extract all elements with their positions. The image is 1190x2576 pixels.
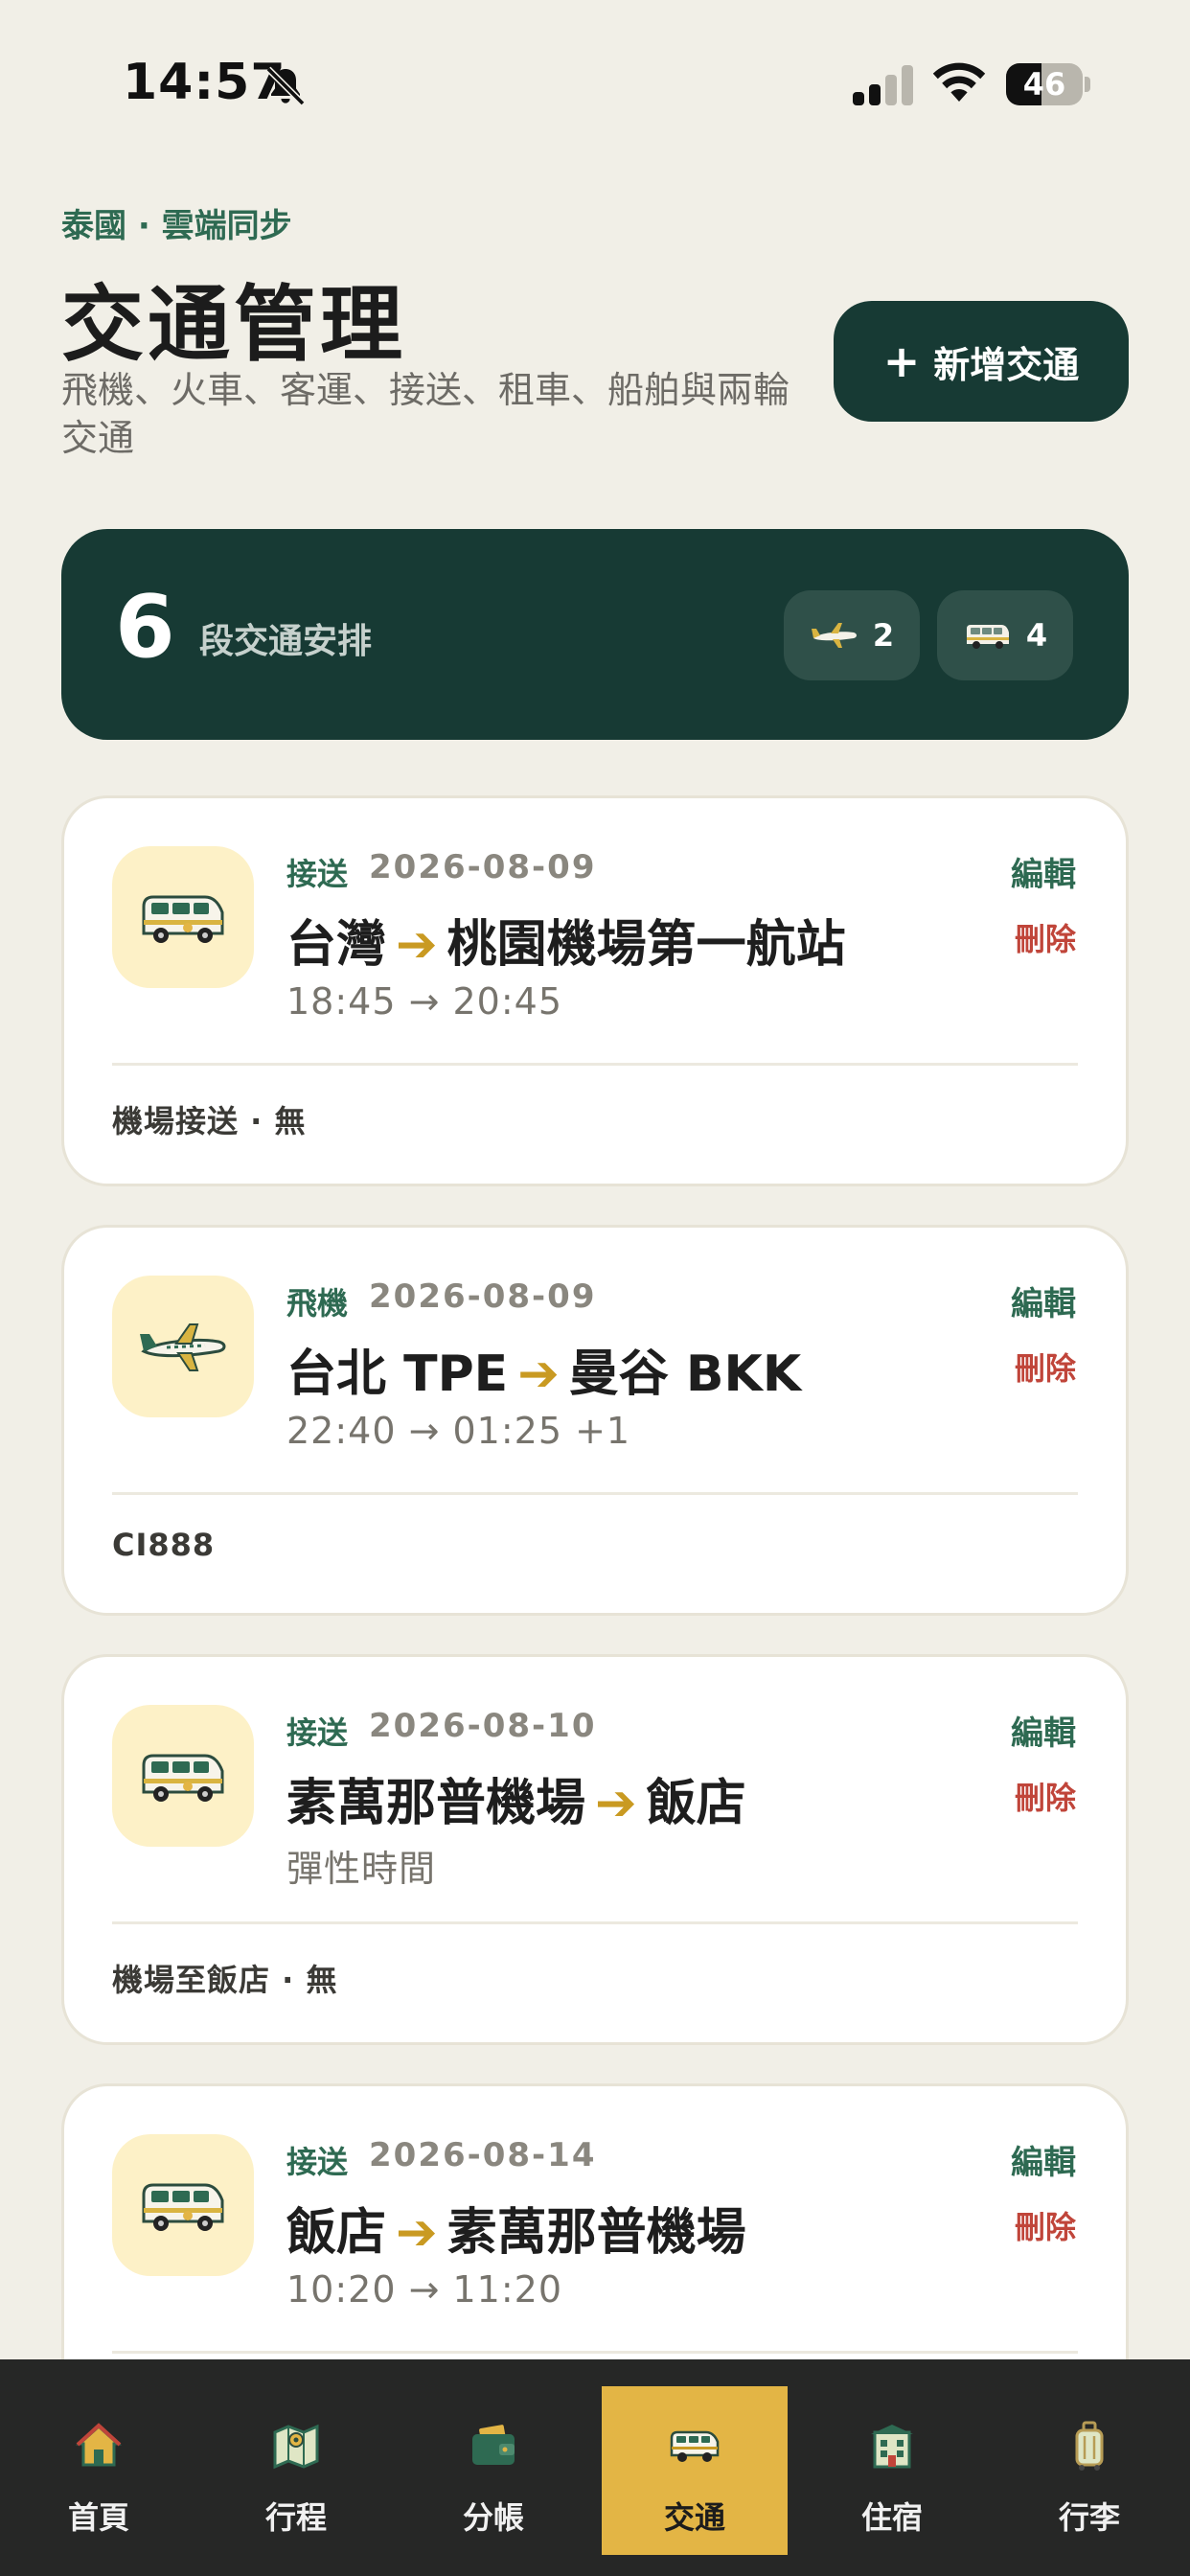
airplane-icon (140, 1323, 226, 1371)
transport-route: 台北 TPE ➔ 曼谷 BKK (286, 1333, 801, 1405)
status-bar: 14:57 46 (0, 0, 1190, 172)
tab-split-bill[interactable]: 分帳 (400, 2386, 586, 2555)
transport-time: 18:45 → 20:45 (286, 980, 563, 1023)
summary-label: 段交通安排 (199, 622, 373, 661)
hotel-icon (871, 2425, 913, 2469)
flight-count-chip: 2 (784, 590, 920, 680)
summary-count: 6 (115, 577, 175, 678)
tab-label: 交通 (663, 2499, 725, 2536)
transport-type: 接送 (286, 1714, 349, 1751)
tab-itinerary[interactable]: 行程 (203, 2386, 389, 2555)
home-icon (76, 2423, 122, 2467)
status-time: 14:57 (123, 54, 286, 111)
divider (112, 2351, 1078, 2354)
transport-time: 10:20 → 11:20 (286, 2268, 563, 2311)
arrow-right-icon: ➔ (595, 1775, 637, 1832)
van-count-chip: 4 (937, 590, 1073, 680)
arrow-right-icon: ➔ (396, 916, 438, 974)
tab-transport[interactable]: 交通 (602, 2386, 788, 2555)
luggage-icon (1075, 2421, 1104, 2471)
battery-level: 46 (1022, 66, 1066, 103)
route-to: 曼谷 BKK (568, 1346, 802, 1403)
tab-home[interactable]: 首頁 (6, 2386, 192, 2555)
wallet-icon (472, 2425, 515, 2465)
edit-button[interactable]: 編輯 (1011, 2136, 1076, 2183)
transport-date: 2026-08-14 (369, 2136, 597, 2174)
van-icon (142, 1754, 224, 1802)
card-icon (112, 846, 254, 988)
delete-button[interactable]: 刪除 (1015, 1345, 1076, 1389)
transport-management-screen: 14:57 46 泰國 · 雲端同步 交通管理 飛機、火車、客運、接送、租車、船… (0, 0, 1190, 2576)
page-subtitle: 飛機、火車、客運、接送、租車、船舶與兩輪交通 (61, 369, 790, 459)
delete-button[interactable]: 刪除 (1015, 2203, 1076, 2247)
transport-type: 飛機 (286, 1285, 349, 1322)
route-from: 台灣 (286, 916, 387, 974)
route-from: 素萬那普機場 (286, 1775, 586, 1832)
van-icon (142, 2183, 224, 2231)
map-icon (273, 2424, 319, 2470)
edit-button[interactable]: 編輯 (1011, 848, 1076, 895)
battery-icon: 46 (1006, 63, 1090, 105)
tab-label: 行李 (1058, 2499, 1120, 2536)
van-icon (670, 2430, 720, 2462)
arrow-right-icon: ➔ (396, 2204, 438, 2262)
divider (112, 1492, 1078, 1495)
airplane-icon (811, 623, 857, 648)
edit-button[interactable]: 編輯 (1011, 1707, 1076, 1754)
divider (112, 1063, 1078, 1066)
route-from: 台北 TPE (286, 1346, 509, 1403)
signal-icon (853, 65, 913, 105)
route-to: 素萬那普機場 (446, 2204, 746, 2262)
card-icon (112, 1276, 254, 1417)
flight-count: 2 (872, 617, 895, 654)
card-icon (112, 2134, 254, 2276)
flight-number: CI888 (112, 1527, 216, 1563)
transport-date: 2026-08-09 (369, 848, 597, 886)
transport-route: 素萬那普機場 ➔ 飯店 (286, 1762, 746, 1834)
tab-label: 分帳 (462, 2499, 524, 2536)
transport-card[interactable]: 接送 2026-08-09 台灣 ➔ 桃園機場第一航站 18:45 → 20:45 … (61, 795, 1129, 1186)
transport-time: 彈性時間 (286, 1848, 437, 1890)
transport-route: 台灣 ➔ 桃園機場第一航站 (286, 904, 846, 976)
tab-label: 首頁 (67, 2499, 129, 2536)
add-transport-button[interactable]: + 新增交通 (834, 301, 1129, 422)
tab-label: 行程 (264, 2499, 327, 2536)
page-title: 交通管理 (61, 277, 406, 373)
divider (112, 1921, 1078, 1924)
edit-button[interactable]: 編輯 (1011, 1277, 1076, 1324)
van-count: 4 (1025, 617, 1048, 654)
transport-time: 22:40 → 01:25 +1 (286, 1410, 631, 1452)
route-to: 桃園機場第一航站 (446, 916, 846, 974)
tab-label: 住宿 (860, 2499, 923, 2536)
card-icon (112, 1705, 254, 1847)
tab-luggage[interactable]: 行李 (996, 2386, 1182, 2555)
bottom-tab-bar: 首頁 行程 分帳 交通 住宿 行李 (0, 2359, 1190, 2576)
transport-summary: 6 段交通安排 2 4 (61, 529, 1129, 740)
transport-date: 2026-08-10 (369, 1707, 597, 1745)
delete-button[interactable]: 刪除 (1015, 1774, 1076, 1818)
wifi-icon (932, 62, 986, 102)
van-icon (966, 625, 1009, 649)
transport-type: 接送 (286, 2144, 349, 2180)
van-icon (142, 895, 224, 943)
tab-accommodation[interactable]: 住宿 (799, 2386, 985, 2555)
transport-date: 2026-08-09 (369, 1277, 597, 1316)
transport-note: 機場至飯店 · 無 (112, 1962, 338, 1998)
transport-route: 飯店 ➔ 素萬那普機場 (286, 2192, 746, 2264)
arrow-right-icon: ➔ (517, 1346, 560, 1403)
delete-button[interactable]: 刪除 (1015, 915, 1076, 959)
trip-sync-label: 泰國 · 雲端同步 (61, 207, 292, 245)
route-from: 飯店 (286, 2204, 387, 2262)
transport-type: 接送 (286, 856, 349, 892)
transport-card[interactable]: 飛機 2026-08-09 台北 TPE ➔ 曼谷 BKK 22:40 → 01:2… (61, 1225, 1129, 1616)
add-transport-label: 新增交通 (933, 343, 1080, 386)
route-to: 飯店 (646, 1775, 746, 1832)
plus-icon: + (882, 335, 921, 387)
transport-note: 機場接送 · 無 (112, 1103, 307, 1139)
transport-card[interactable]: 接送 2026-08-10 素萬那普機場 ➔ 飯店 彈性時間 編輯 刪除 機場至飯店… (61, 1654, 1129, 2045)
bell-slash-icon (265, 66, 306, 106)
